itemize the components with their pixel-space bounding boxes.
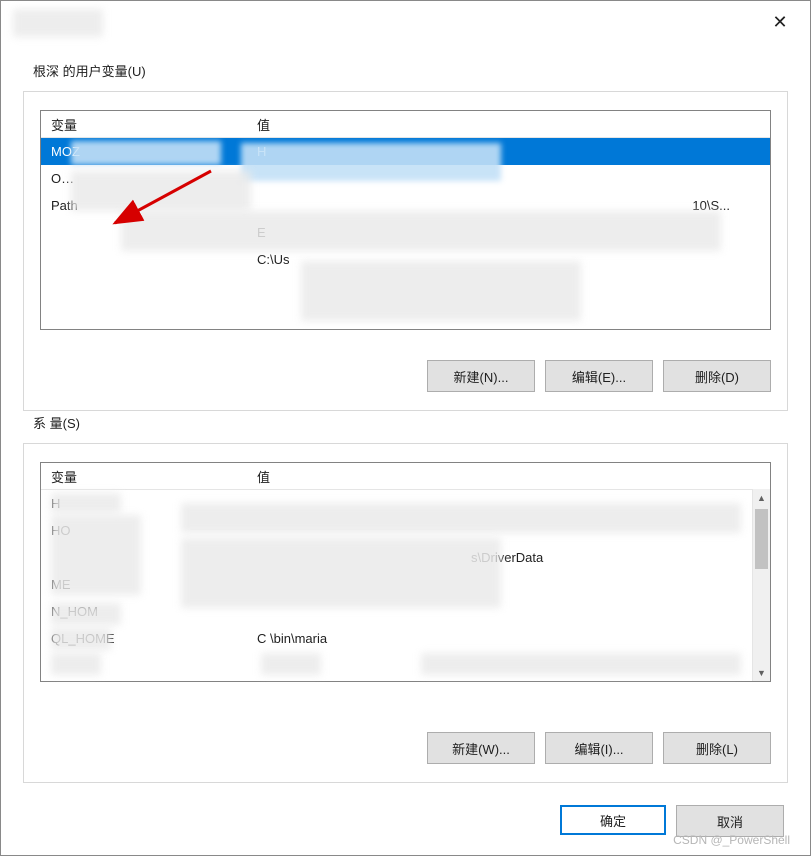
new-user-var-button[interactable]: 新建(N)... — [427, 360, 535, 392]
col-variable[interactable]: 变量 — [41, 115, 251, 134]
scrollbar[interactable]: ▲ ▼ — [752, 489, 770, 681]
table-row[interactable]: ME — [41, 571, 770, 598]
system-vars-section: 系 量(S) 变量 值 H HO — [23, 423, 788, 783]
table-row[interactable]: HO — [41, 517, 770, 544]
new-sys-var-button[interactable]: 新建(W)... — [427, 732, 535, 764]
scroll-up-icon[interactable]: ▲ — [753, 489, 770, 506]
table-row[interactable]: Path 10\S... — [41, 192, 770, 219]
env-vars-dialog: ✕ 根深 的用户变量(U) 变量 值 MOZ H O… — [0, 0, 811, 856]
dialog-buttons: 确定 取消 — [560, 805, 784, 837]
scroll-down-icon[interactable]: ▼ — [753, 664, 770, 681]
table-row[interactable]: C:\Us — [41, 246, 770, 273]
col-variable[interactable]: 变量 — [41, 467, 251, 486]
edit-user-var-button[interactable]: 编辑(E)... — [545, 360, 653, 392]
table-row[interactable]: MOZ H — [41, 138, 770, 165]
user-vars-section: 根深 的用户变量(U) 变量 值 MOZ H O… — [23, 71, 788, 421]
scroll-thumb[interactable] — [755, 509, 768, 569]
system-vars-buttons: 新建(W)... 编辑(I)... 删除(L) — [427, 732, 771, 764]
ok-button[interactable]: 确定 — [560, 805, 666, 835]
user-vars-buttons: 新建(N)... 编辑(E)... 删除(D) — [427, 360, 771, 392]
table-row[interactable]: H — [41, 490, 770, 517]
col-value[interactable]: 值 — [251, 115, 770, 134]
user-vars-list[interactable]: 变量 值 MOZ H O… Path 10\S... — [40, 110, 771, 330]
delete-sys-var-button[interactable]: 删除(L) — [663, 732, 771, 764]
title-blur — [13, 9, 103, 37]
table-row[interactable]: QL_HOME C \bin\maria — [41, 625, 770, 652]
system-vars-legend: 系 量(S) — [29, 413, 84, 432]
col-value[interactable]: 值 — [251, 467, 770, 486]
delete-user-var-button[interactable]: 删除(D) — [663, 360, 771, 392]
table-row[interactable]: s\DriverData — [41, 544, 770, 571]
system-vars-header: 变量 值 — [41, 463, 770, 490]
cancel-button[interactable]: 取消 — [676, 805, 784, 837]
user-vars-header: 变量 值 — [41, 111, 770, 138]
table-row[interactable]: O… — [41, 165, 770, 192]
edit-sys-var-button[interactable]: 编辑(I)... — [545, 732, 653, 764]
close-button[interactable]: ✕ — [760, 7, 800, 37]
table-row[interactable]: N_HOM — [41, 598, 770, 625]
system-vars-list[interactable]: 变量 值 H HO s\DriverData — [40, 462, 771, 682]
table-row[interactable]: E — [41, 219, 770, 246]
system-vars-fieldset: 变量 值 H HO s\DriverData — [23, 443, 788, 783]
user-vars-fieldset: 变量 值 MOZ H O… Path 10\S... — [23, 91, 788, 411]
user-vars-legend: 根深 的用户变量(U) — [29, 61, 150, 80]
